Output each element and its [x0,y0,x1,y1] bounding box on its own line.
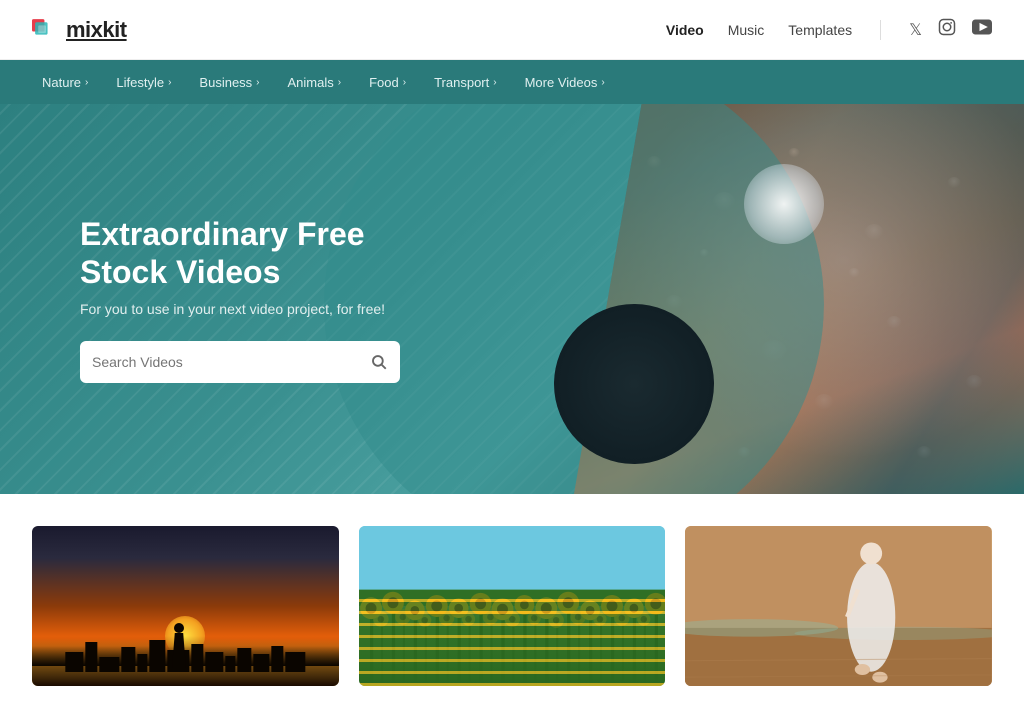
search-icon [370,353,388,371]
silhouette-person [170,623,188,678]
chevron-icon: › [403,77,406,88]
social-icons: 𝕏 [909,18,992,41]
nav-video[interactable]: Video [666,22,704,38]
category-transport[interactable]: Transport › [424,71,507,94]
category-animals[interactable]: Animals › [278,71,352,94]
category-business[interactable]: Business › [189,71,269,94]
video-card-sunset[interactable] [32,526,339,686]
nav-divider [880,20,881,40]
nav-music[interactable]: Music [728,22,765,38]
chevron-icon: › [168,77,171,88]
logo[interactable]: mixkit [32,17,127,43]
search-bar [80,341,400,383]
nav-right: Video Music Templates 𝕏 [666,18,992,41]
hero-section: Extraordinary Free Stock Videos For you … [0,104,1024,494]
nav-templates[interactable]: Templates [788,22,852,38]
video-grid [0,494,1024,718]
category-lifestyle[interactable]: Lifestyle › [106,71,181,94]
youtube-icon[interactable] [972,19,992,40]
instagram-icon[interactable] [938,18,956,41]
hero-dark-circle [554,304,714,464]
video-card-sunflower[interactable] [359,526,666,686]
top-navigation: mixkit Video Music Templates 𝕏 [0,0,1024,60]
search-button[interactable] [370,353,388,371]
search-input[interactable] [92,354,362,370]
chevron-icon: › [256,77,259,88]
chevron-icon: › [338,77,341,88]
category-food[interactable]: Food › [359,71,416,94]
chevron-icon: › [601,77,604,88]
category-nature[interactable]: Nature › [32,71,98,94]
chevron-icon: › [85,77,88,88]
hero-title: Extraordinary Free Stock Videos [80,215,460,292]
nav-links: Video Music Templates [666,22,852,38]
category-bar: Nature › Lifestyle › Business › Animals … [0,60,1024,104]
hero-light-circle [744,164,824,244]
video-card-beach[interactable] [685,526,992,686]
chevron-icon: › [493,77,496,88]
hero-subtitle: For you to use in your next video projec… [80,301,460,317]
hero-content: Extraordinary Free Stock Videos For you … [0,215,540,384]
category-more-videos[interactable]: More Videos › [515,71,615,94]
twitter-icon[interactable]: 𝕏 [909,20,922,40]
